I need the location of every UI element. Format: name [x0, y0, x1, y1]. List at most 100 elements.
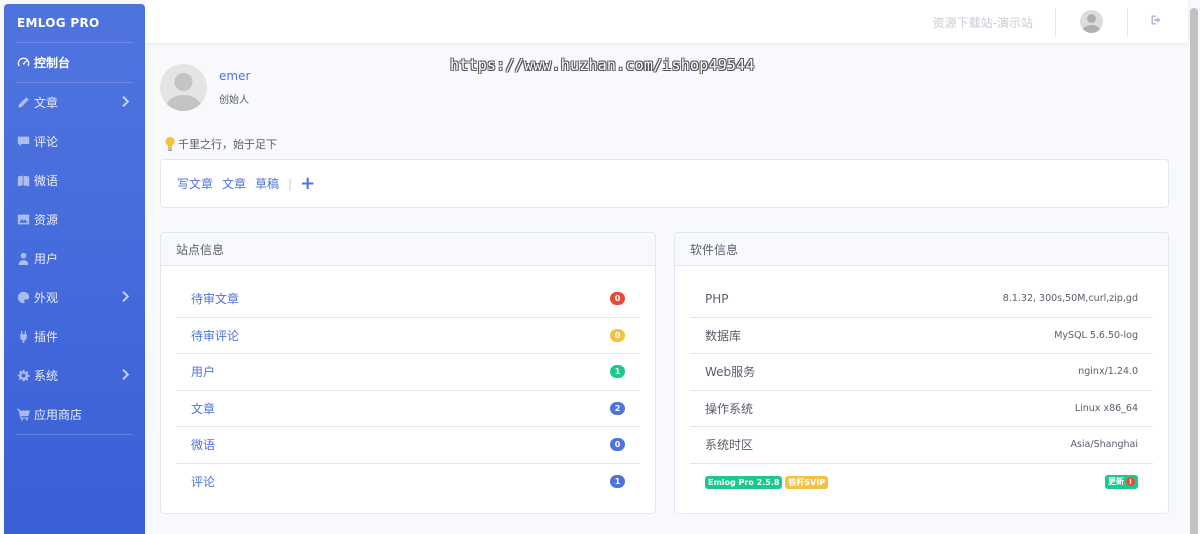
quick-actions-card: 写文章 文章 草稿 | + [160, 159, 1169, 208]
motto-text: 千里之行，始于足下 [178, 138, 277, 151]
sidebar-item-label: 文章 [34, 96, 59, 110]
sidebar-item-label: 评论 [34, 135, 59, 149]
site-info-card: 站点信息 待审文章 0 待审评论 0 用户 1 文章 2 微语 0 评论 1 [160, 232, 656, 514]
alert-icon: ! [1126, 477, 1135, 487]
site-info-row: 待审文章 0 [176, 281, 640, 318]
topbar: 资源下载站-演示站 [145, 0, 1188, 43]
site-info-row: 微语 0 [176, 427, 640, 464]
software-info-label: Web服务 [705, 365, 756, 380]
plug-icon [15, 330, 31, 344]
site-info-link[interactable]: 微语 [191, 436, 215, 453]
version-row: Emlog Pro 2.5.8 铁杆SVIP 更新! [690, 464, 1153, 501]
site-link[interactable]: 资源下载站-演示站 [933, 14, 1033, 31]
user-icon [15, 252, 31, 266]
card-title: 软件信息 [675, 233, 1168, 266]
software-info-card: 软件信息 PHP 8.1.32, 300s,50M,curl,zip,gd 数据库 M… [674, 232, 1169, 514]
lightbulb-icon [165, 137, 175, 151]
palette-icon [15, 291, 31, 305]
software-info-row: 数据库 MySQL 5.6.50-log [690, 318, 1153, 354]
update-button[interactable]: 更新! [1105, 474, 1138, 489]
sidebar: EMLOG PRO 控制台 文章 评论 微语 资源 用户 外观 插件 系统 应用… [4, 4, 145, 534]
dashboard-icon [15, 56, 31, 70]
software-info-row: 操作系统 Linux x86_64 [690, 391, 1153, 427]
drafts-link[interactable]: 草稿 [255, 175, 279, 192]
articles-link[interactable]: 文章 [222, 175, 246, 192]
gear-icon [15, 369, 31, 383]
software-info-label: 系统时区 [705, 438, 754, 453]
sidebar-divider [16, 434, 133, 435]
count-badge: 0 [610, 438, 625, 452]
software-info-label: PHP [705, 291, 729, 306]
profile-role: 创始人 [219, 95, 249, 106]
site-info-row: 评论 1 [176, 464, 640, 501]
sidebar-item-app-store[interactable]: 应用商店 [4, 395, 145, 434]
site-info-row: 待审评论 0 [176, 318, 640, 354]
sidebar-item-label: 系统 [34, 369, 59, 383]
topbar-divider [1055, 8, 1056, 36]
profile-name[interactable]: emer [219, 69, 250, 83]
sidebar-item-system[interactable]: 系统 [4, 356, 145, 395]
software-info-value: Linux x86_64 [1074, 402, 1138, 414]
chevron-right-icon [122, 369, 132, 381]
site-info-link[interactable]: 待审文章 [191, 290, 239, 307]
sidebar-item-label: 控制台 [34, 56, 71, 70]
motto: 千里之行，始于足下 [165, 136, 277, 152]
site-info-link[interactable]: 用户 [191, 363, 215, 380]
sidebar-item-label: 应用商店 [34, 408, 83, 422]
watermark-text: https://www.huzhan.com/ishop49544 [450, 56, 755, 74]
brand-logo[interactable]: EMLOG PRO [4, 4, 145, 42]
site-info-row: 用户 1 [176, 354, 640, 391]
sidebar-item-appearance[interactable]: 外观 [4, 278, 145, 317]
version-badges: Emlog Pro 2.5.8 铁杆SVIP [705, 474, 831, 490]
sidebar-item-label: 资源 [34, 213, 59, 227]
sidebar-item-articles[interactable]: 文章 [4, 83, 145, 122]
count-badge: 1 [610, 365, 625, 379]
software-info-value: Asia/Shanghai [1070, 439, 1138, 451]
update-label: 更新 [1108, 477, 1124, 487]
divider: | [288, 176, 293, 191]
sidebar-item-resources[interactable]: 资源 [4, 200, 145, 239]
logout-icon[interactable] [1150, 14, 1162, 28]
sidebar-item-label: 外观 [34, 291, 59, 305]
vip-badge: 铁杆SVIP [785, 476, 829, 490]
site-info-link[interactable]: 待审评论 [191, 327, 239, 344]
write-article-link[interactable]: 写文章 [177, 175, 213, 192]
sidebar-item-label: 插件 [34, 330, 59, 344]
site-info-row: 文章 2 [176, 391, 640, 427]
cart-icon [15, 408, 31, 422]
sidebar-item-plugins[interactable]: 插件 [4, 317, 145, 356]
sidebar-item-dashboard[interactable]: 控制台 [4, 43, 145, 82]
count-badge: 2 [610, 401, 625, 415]
topbar-divider [1127, 8, 1128, 36]
profile-avatar [160, 64, 207, 111]
sidebar-item-users[interactable]: 用户 [4, 239, 145, 278]
chevron-right-icon [122, 291, 132, 303]
scrollbar[interactable] [1190, 8, 1198, 534]
sidebar-item-label: 用户 [34, 252, 59, 266]
chevron-right-icon [122, 96, 132, 108]
add-button[interactable]: + [300, 174, 315, 193]
sidebar-item-label: 微语 [34, 174, 59, 188]
image-icon [15, 213, 31, 227]
sidebar-item-comments[interactable]: 评论 [4, 122, 145, 161]
software-info-value: nginx/1.24.0 [1078, 366, 1138, 378]
sidebar-item-notes[interactable]: 微语 [4, 161, 145, 200]
version-badge: Emlog Pro 2.5.8 [705, 476, 783, 490]
count-badge: 1 [610, 475, 625, 489]
software-info-label: 操作系统 [705, 401, 754, 416]
count-badge: 0 [610, 328, 625, 342]
user-avatar[interactable] [1080, 10, 1103, 33]
count-badge: 0 [610, 292, 625, 306]
software-info-value: MySQL 5.6.50-log [1054, 329, 1138, 341]
site-info-link[interactable]: 文章 [191, 400, 215, 417]
note-icon [15, 174, 31, 188]
card-title: 站点信息 [161, 233, 655, 266]
software-info-value: 8.1.32, 300s,50M,curl,zip,gd [1002, 293, 1138, 305]
software-info-row: PHP 8.1.32, 300s,50M,curl,zip,gd [690, 281, 1153, 318]
pencil-icon [15, 96, 31, 110]
software-info-label: 数据库 [705, 328, 742, 343]
software-info-row: 系统时区 Asia/Shanghai [690, 427, 1153, 464]
site-info-link[interactable]: 评论 [191, 473, 215, 490]
software-info-row: Web服务 nginx/1.24.0 [690, 354, 1153, 391]
comment-icon [15, 135, 31, 149]
